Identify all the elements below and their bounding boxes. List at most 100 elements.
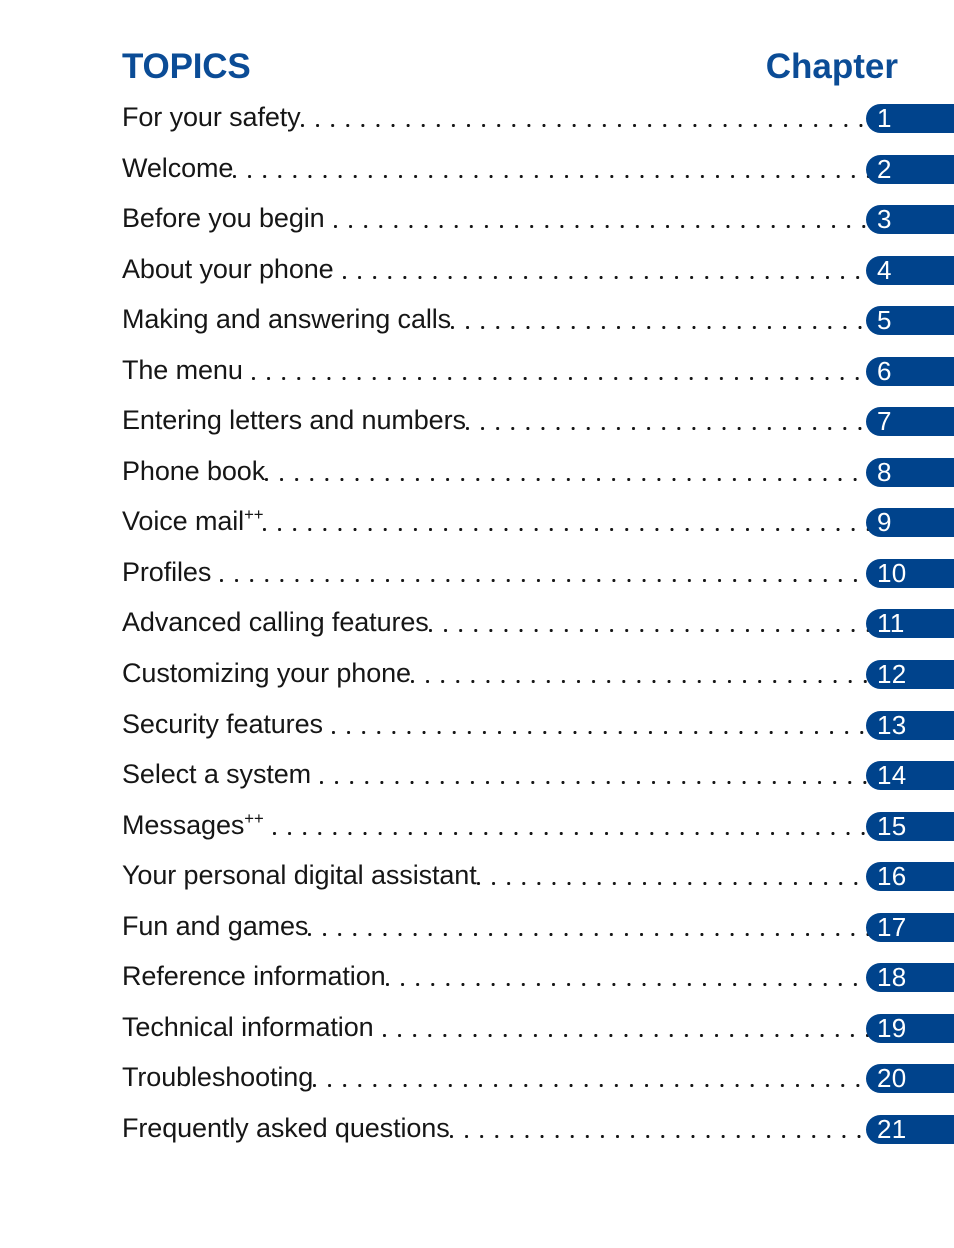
toc-entry-line: Reference information <box>122 959 954 995</box>
table-of-contents-list: For your safety 1 Welcome 2 Before you begin… <box>0 100 954 1161</box>
toc-entry-title[interactable]: Advanced calling features <box>122 605 429 639</box>
toc-entry-row[interactable]: Making and answering calls 5 <box>0 302 954 353</box>
toc-entry-title[interactable]: Before you begin <box>122 201 325 235</box>
toc-entry-line: Security features <box>122 707 954 743</box>
toc-entry-row[interactable]: Welcome 2 <box>0 151 954 202</box>
toc-entry-title[interactable]: Troubleshooting <box>122 1060 313 1094</box>
toc-page: TOPICS Chapter For your safety 1 Welcome 2 B… <box>0 0 954 1248</box>
chapter-number-label: 7 <box>877 406 892 437</box>
chapter-number-badge[interactable]: 13 <box>866 709 954 740</box>
toc-entry-row[interactable]: Entering letters and numbers 7 <box>0 403 954 454</box>
chapter-number-badge[interactable]: 10 <box>866 558 954 588</box>
toc-dot-leader <box>331 709 954 743</box>
toc-entry-title[interactable]: Security features <box>122 707 323 741</box>
toc-entry-row[interactable]: The menu 6 <box>0 353 954 404</box>
toc-dot-leader <box>320 759 954 793</box>
toc-entry-row[interactable]: Before you begin 3 <box>0 201 954 252</box>
toc-entry-line: About your phone <box>122 252 954 288</box>
toc-entry-title[interactable]: Your personal digital assistant <box>122 858 477 892</box>
toc-entry-title[interactable]: Voice mail++ <box>122 504 264 538</box>
toc-entry-footnote-marker: ++ <box>244 505 264 525</box>
chapter-number-badge[interactable]: 2 <box>866 154 954 184</box>
toc-entry-line: Before you begin <box>122 201 954 237</box>
chapter-number-badge[interactable]: 14 <box>866 761 954 791</box>
chapter-number-label: 12 <box>877 659 907 690</box>
toc-entry-title[interactable]: Reference information <box>122 959 386 993</box>
toc-dot-leader <box>342 254 954 288</box>
toc-entry-title[interactable]: About your phone <box>122 252 334 286</box>
toc-entry-title[interactable]: Customizing your phone <box>122 656 411 690</box>
toc-entry-title[interactable]: Phone book <box>122 454 265 488</box>
chapter-number-badge[interactable]: 3 <box>866 204 954 235</box>
toc-entry-line: Select a system <box>122 757 954 793</box>
chapter-number-label: 3 <box>877 204 892 235</box>
toc-dot-leader <box>265 456 954 490</box>
toc-entry-title[interactable]: Fun and games <box>122 909 308 943</box>
toc-entry-line: Welcome <box>122 151 954 187</box>
chapter-number-badge[interactable]: 17 <box>866 912 954 942</box>
toc-dot-leader <box>272 810 954 844</box>
toc-entry-footnote-marker: ++ <box>244 808 264 828</box>
toc-entry-line: Voice mail++ <box>122 504 954 540</box>
chapter-number-label: 13 <box>877 709 907 740</box>
toc-entry-title[interactable]: Messages++ <box>122 808 264 842</box>
toc-entry-title[interactable]: Technical information <box>122 1010 374 1044</box>
toc-entry-row[interactable]: Security features 13 <box>0 707 954 758</box>
toc-dot-leader <box>251 355 954 389</box>
toc-entry-row[interactable]: Customizing your phone 12 <box>0 656 954 707</box>
toc-entry-line: For your safety <box>122 100 954 136</box>
toc-entry-title[interactable]: The menu <box>122 353 243 387</box>
toc-entry-row[interactable]: Fun and games 17 <box>0 909 954 960</box>
chapter-number-badge[interactable]: 9 <box>866 508 954 538</box>
toc-entry-row[interactable]: Reference information 18 <box>0 959 954 1010</box>
column-header-chapter: Chapter <box>765 47 898 86</box>
toc-entry-row[interactable]: For your safety 1 <box>0 100 954 151</box>
chapter-number-label: 21 <box>877 1113 907 1144</box>
toc-entry-title[interactable]: Select a system <box>122 757 311 791</box>
chapter-number-badge[interactable]: 7 <box>866 406 954 437</box>
toc-dot-leader <box>300 102 954 136</box>
toc-dot-leader <box>308 911 954 945</box>
toc-entry-row[interactable]: Your personal digital assistant 16 <box>0 858 954 909</box>
toc-entry-line: Advanced calling features <box>122 605 954 641</box>
chapter-number-label: 1 <box>877 103 892 133</box>
toc-dot-leader <box>233 153 954 187</box>
toc-entry-line: Customizing your phone <box>122 656 954 692</box>
toc-dot-leader <box>333 203 954 237</box>
toc-entry-title[interactable]: Entering letters and numbers <box>122 403 466 437</box>
toc-entry-row[interactable]: Troubleshooting 20 <box>0 1060 954 1111</box>
toc-dot-leader <box>220 557 954 591</box>
toc-entry-row[interactable]: Phone book 8 <box>0 454 954 505</box>
toc-entry-row[interactable]: About your phone 4 <box>0 252 954 303</box>
chapter-number-label: 5 <box>877 305 892 336</box>
chapter-number-badge[interactable]: 5 <box>866 305 954 336</box>
toc-entry-title[interactable]: For your safety <box>122 100 301 134</box>
toc-entry-title[interactable]: Profiles <box>122 555 211 589</box>
chapter-number-badge[interactable]: 8 <box>866 456 954 487</box>
chapter-number-badge[interactable]: 4 <box>866 255 954 285</box>
toc-entry-row[interactable]: Advanced calling features 11 <box>0 605 954 656</box>
toc-entry-title[interactable]: Frequently asked questions <box>122 1111 450 1145</box>
chapter-number-badge[interactable]: 1 <box>866 104 954 133</box>
chapter-number-badge[interactable]: 15 <box>866 811 954 841</box>
toc-entry-row[interactable]: Messages++ 15 <box>0 808 954 859</box>
toc-entry-row[interactable]: Frequently asked questions 21 <box>0 1111 954 1162</box>
toc-entry-title[interactable]: Welcome <box>122 151 233 185</box>
chapter-number-badge[interactable]: 16 <box>866 862 954 892</box>
chapter-number-badge[interactable]: 21 <box>866 1113 954 1144</box>
chapter-number-badge[interactable]: 19 <box>866 1012 954 1043</box>
chapter-number-label: 18 <box>877 962 907 993</box>
chapter-number-badge[interactable]: 20 <box>866 1064 954 1094</box>
toc-entry-line: Entering letters and numbers <box>122 403 954 439</box>
toc-entry-row[interactable]: Select a system 14 <box>0 757 954 808</box>
toc-entry-row[interactable]: Voice mail++ 9 <box>0 504 954 555</box>
chapter-number-label: 8 <box>877 456 892 487</box>
chapter-number-badge[interactable]: 12 <box>866 659 954 690</box>
chapter-number-badge[interactable]: 6 <box>866 356 954 386</box>
chapter-number-label: 19 <box>877 1012 907 1043</box>
toc-entry-row[interactable]: Profiles 10 <box>0 555 954 606</box>
toc-entry-row[interactable]: Technical information 19 <box>0 1010 954 1061</box>
toc-entry-title[interactable]: Making and answering calls <box>122 302 451 336</box>
chapter-number-badge[interactable]: 11 <box>866 609 954 639</box>
chapter-number-badge[interactable]: 18 <box>866 962 954 993</box>
